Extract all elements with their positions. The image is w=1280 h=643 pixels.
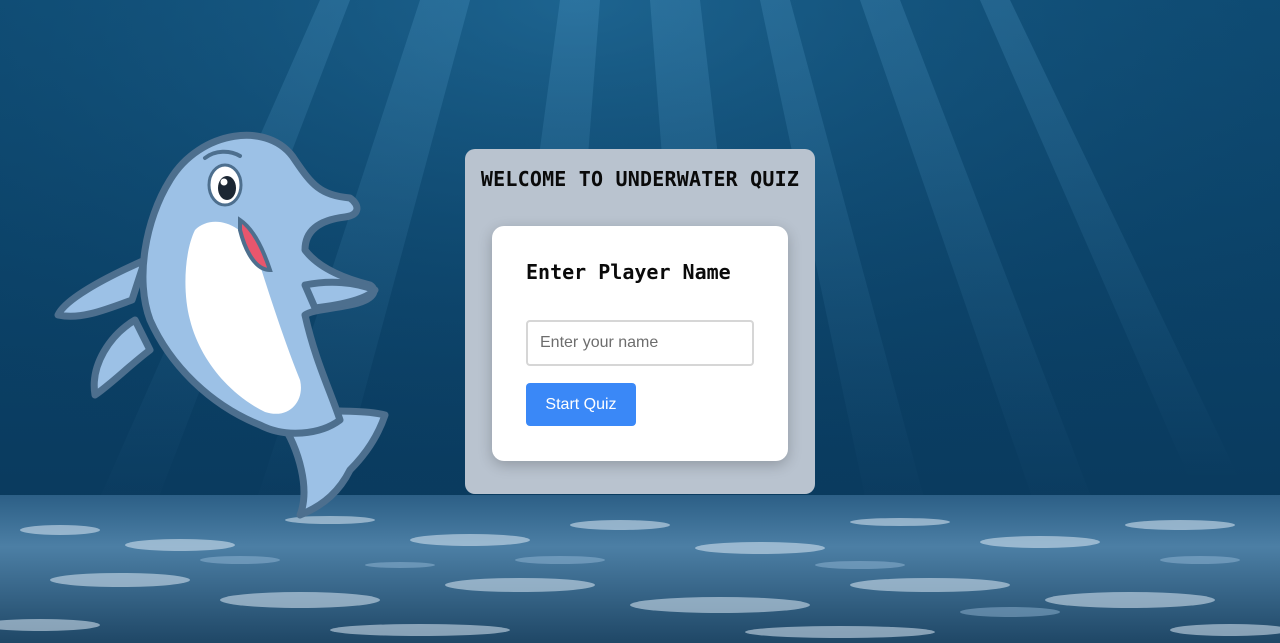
player-name-heading: Enter Player Name: [526, 260, 731, 284]
underwater-background: WELCOME TO UNDERWATER QUIZ Enter Player …: [0, 0, 1280, 643]
page-title: WELCOME TO UNDERWATER QUIZ: [480, 167, 800, 191]
start-quiz-button[interactable]: Start Quiz: [526, 383, 636, 426]
player-name-input[interactable]: [526, 320, 754, 366]
player-name-card: Enter Player Name Start Quiz: [492, 226, 788, 461]
dolphin-mascot: [54, 131, 389, 519]
welcome-panel: WELCOME TO UNDERWATER QUIZ Enter Player …: [465, 149, 815, 494]
